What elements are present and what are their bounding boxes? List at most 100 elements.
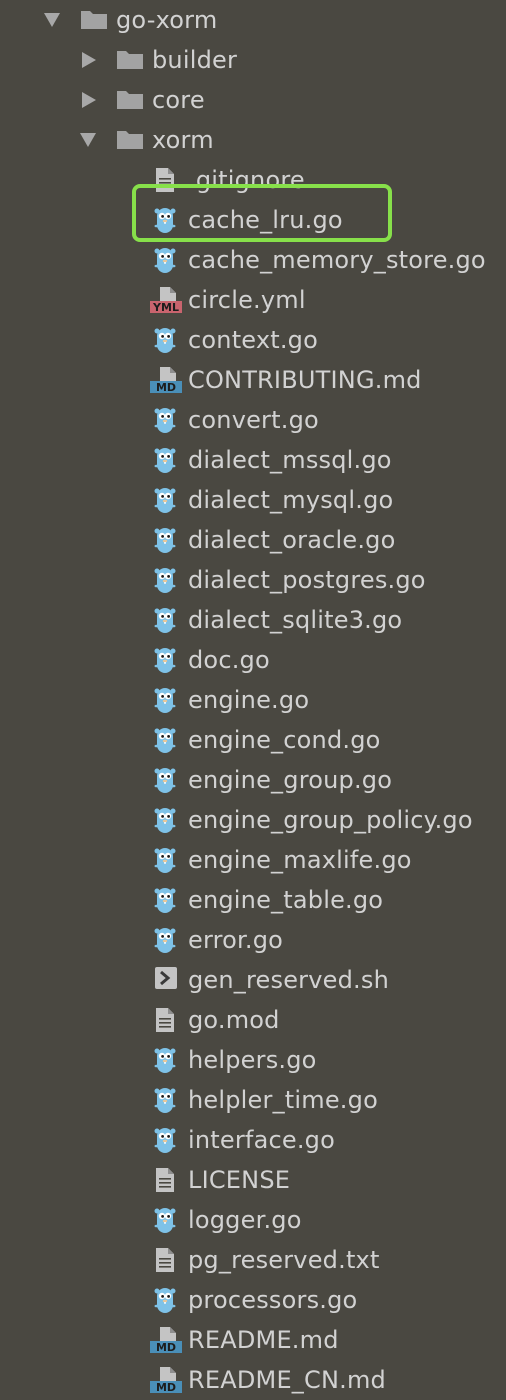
go-gopher-icon <box>154 766 180 794</box>
tree-item-file[interactable]: engine_group.go <box>0 760 506 800</box>
go-gopher-icon <box>154 846 180 874</box>
tree-item-file[interactable]: engine_maxlife.go <box>0 840 506 880</box>
tree-item-label: circle.yml <box>188 286 306 314</box>
tree-item-file[interactable]: dialect_postgres.go <box>0 560 506 600</box>
tree-item-label: pg_reserved.txt <box>188 1246 380 1274</box>
tree-item-file[interactable]: interface.go <box>0 1120 506 1160</box>
highlight-box <box>132 184 392 242</box>
go-gopher-icon <box>154 726 180 754</box>
tree-item-file[interactable]: YML circle.yml <box>0 280 506 320</box>
tree-item-label: cache_memory_store.go <box>188 246 486 274</box>
tree-item-file[interactable]: processors.go <box>0 1280 506 1320</box>
tree-item-label: engine_group.go <box>188 766 393 794</box>
go-gopher-icon <box>154 1206 180 1234</box>
go-gopher-icon <box>154 526 180 554</box>
go-gopher-icon <box>154 566 180 594</box>
svg-text:MD: MD <box>156 1381 176 1394</box>
svg-text:YML: YML <box>152 301 179 314</box>
shell-script-icon <box>154 966 180 994</box>
project-tree: go-xorm builder core xorm .gitignore cache_lr… <box>0 0 506 1396</box>
go-gopher-icon <box>154 686 180 714</box>
tree-item-core[interactable]: core <box>0 80 506 120</box>
tree-item-label: dialect_sqlite3.go <box>188 606 403 634</box>
tree-item-label: go.mod <box>188 1006 280 1034</box>
tree-item-label: processors.go <box>188 1286 358 1314</box>
tree-item-file[interactable]: engine_table.go <box>0 880 506 920</box>
tree-item-file[interactable]: dialect_mssql.go <box>0 440 506 480</box>
yml-file-icon: YML <box>150 286 182 314</box>
tree-item-label: convert.go <box>188 406 319 434</box>
tree-item-builder[interactable]: builder <box>0 40 506 80</box>
tree-item-file[interactable]: doc.go <box>0 640 506 680</box>
tree-item-label: LICENSE <box>188 1166 291 1194</box>
svg-text:MD: MD <box>156 381 176 394</box>
go-gopher-icon <box>154 406 180 434</box>
go-gopher-icon <box>154 446 180 474</box>
tree-item-label: dialect_postgres.go <box>188 566 426 594</box>
tree-item-file[interactable]: cache_memory_store.go <box>0 240 506 280</box>
tree-item-label: dialect_mssql.go <box>188 446 392 474</box>
tree-item-file[interactable]: dialect_oracle.go <box>0 520 506 560</box>
tree-item-file[interactable]: engine.go <box>0 680 506 720</box>
text-file-icon <box>154 1166 180 1194</box>
tree-item-label: engine.go <box>188 686 310 714</box>
folder-icon <box>80 8 108 30</box>
tree-item-xorm[interactable]: xorm <box>0 120 506 160</box>
chevron-right-icon[interactable] <box>82 52 96 68</box>
tree-item-file[interactable]: gen_reserved.sh <box>0 960 506 1000</box>
go-gopher-icon <box>154 326 180 354</box>
tree-item-file[interactable]: engine_group_policy.go <box>0 800 506 840</box>
md-file-icon: MD <box>150 1326 182 1354</box>
text-file-icon <box>154 1006 180 1034</box>
tree-item-file[interactable]: convert.go <box>0 400 506 440</box>
tree-item-label: interface.go <box>188 1126 335 1154</box>
go-gopher-icon <box>154 1286 180 1314</box>
tree-item-label: core <box>152 86 205 114</box>
folder-icon <box>116 48 144 70</box>
tree-item-label: error.go <box>188 926 284 954</box>
tree-item-file[interactable]: context.go <box>0 320 506 360</box>
tree-item-label: helpler_time.go <box>188 1086 378 1114</box>
tree-item-label: context.go <box>188 326 319 354</box>
go-gopher-icon <box>154 1086 180 1114</box>
chevron-down-icon[interactable] <box>44 13 60 27</box>
tree-item-label: dialect_mysql.go <box>188 486 394 514</box>
tree-item-file[interactable]: LICENSE <box>0 1160 506 1200</box>
tree-item-file[interactable]: pg_reserved.txt <box>0 1240 506 1280</box>
md-file-icon: MD <box>150 1366 182 1394</box>
tree-item-file[interactable]: dialect_sqlite3.go <box>0 600 506 640</box>
tree-item-file[interactable]: error.go <box>0 920 506 960</box>
go-gopher-icon <box>154 606 180 634</box>
tree-item-label: engine_maxlife.go <box>188 846 412 874</box>
tree-item-label: builder <box>152 46 238 74</box>
text-file-icon <box>154 1246 180 1274</box>
go-gopher-icon <box>154 246 180 274</box>
chevron-down-icon[interactable] <box>80 133 96 147</box>
go-gopher-icon <box>154 806 180 834</box>
folder-icon <box>116 88 144 110</box>
tree-item-file[interactable]: go.mod <box>0 1000 506 1040</box>
tree-item-file[interactable]: engine_cond.go <box>0 720 506 760</box>
tree-item-file[interactable]: MD CONTRIBUTING.md <box>0 360 506 400</box>
tree-item-file[interactable]: helpers.go <box>0 1040 506 1080</box>
tree-item-label: engine_table.go <box>188 886 384 914</box>
tree-item-label: README_CN.md <box>188 1366 386 1394</box>
folder-icon <box>116 128 144 150</box>
go-gopher-icon <box>154 926 180 954</box>
tree-item-label: engine_group_policy.go <box>188 806 473 834</box>
go-gopher-icon <box>154 1126 180 1154</box>
md-file-icon: MD <box>150 366 182 394</box>
tree-item-label: xorm <box>152 126 214 154</box>
tree-item-file[interactable]: logger.go <box>0 1200 506 1240</box>
tree-item-go-xorm[interactable]: go-xorm <box>0 0 506 40</box>
tree-item-file[interactable]: MD README_CN.md <box>0 1360 506 1400</box>
tree-item-file[interactable]: MD README.md <box>0 1320 506 1360</box>
chevron-right-icon[interactable] <box>82 92 96 108</box>
tree-item-label: dialect_oracle.go <box>188 526 396 554</box>
tree-item-label: gen_reserved.sh <box>188 966 389 994</box>
tree-item-file[interactable]: helpler_time.go <box>0 1080 506 1120</box>
tree-item-label: helpers.go <box>188 1046 317 1074</box>
tree-item-file[interactable]: dialect_mysql.go <box>0 480 506 520</box>
go-gopher-icon <box>154 1046 180 1074</box>
svg-text:MD: MD <box>156 1341 176 1354</box>
